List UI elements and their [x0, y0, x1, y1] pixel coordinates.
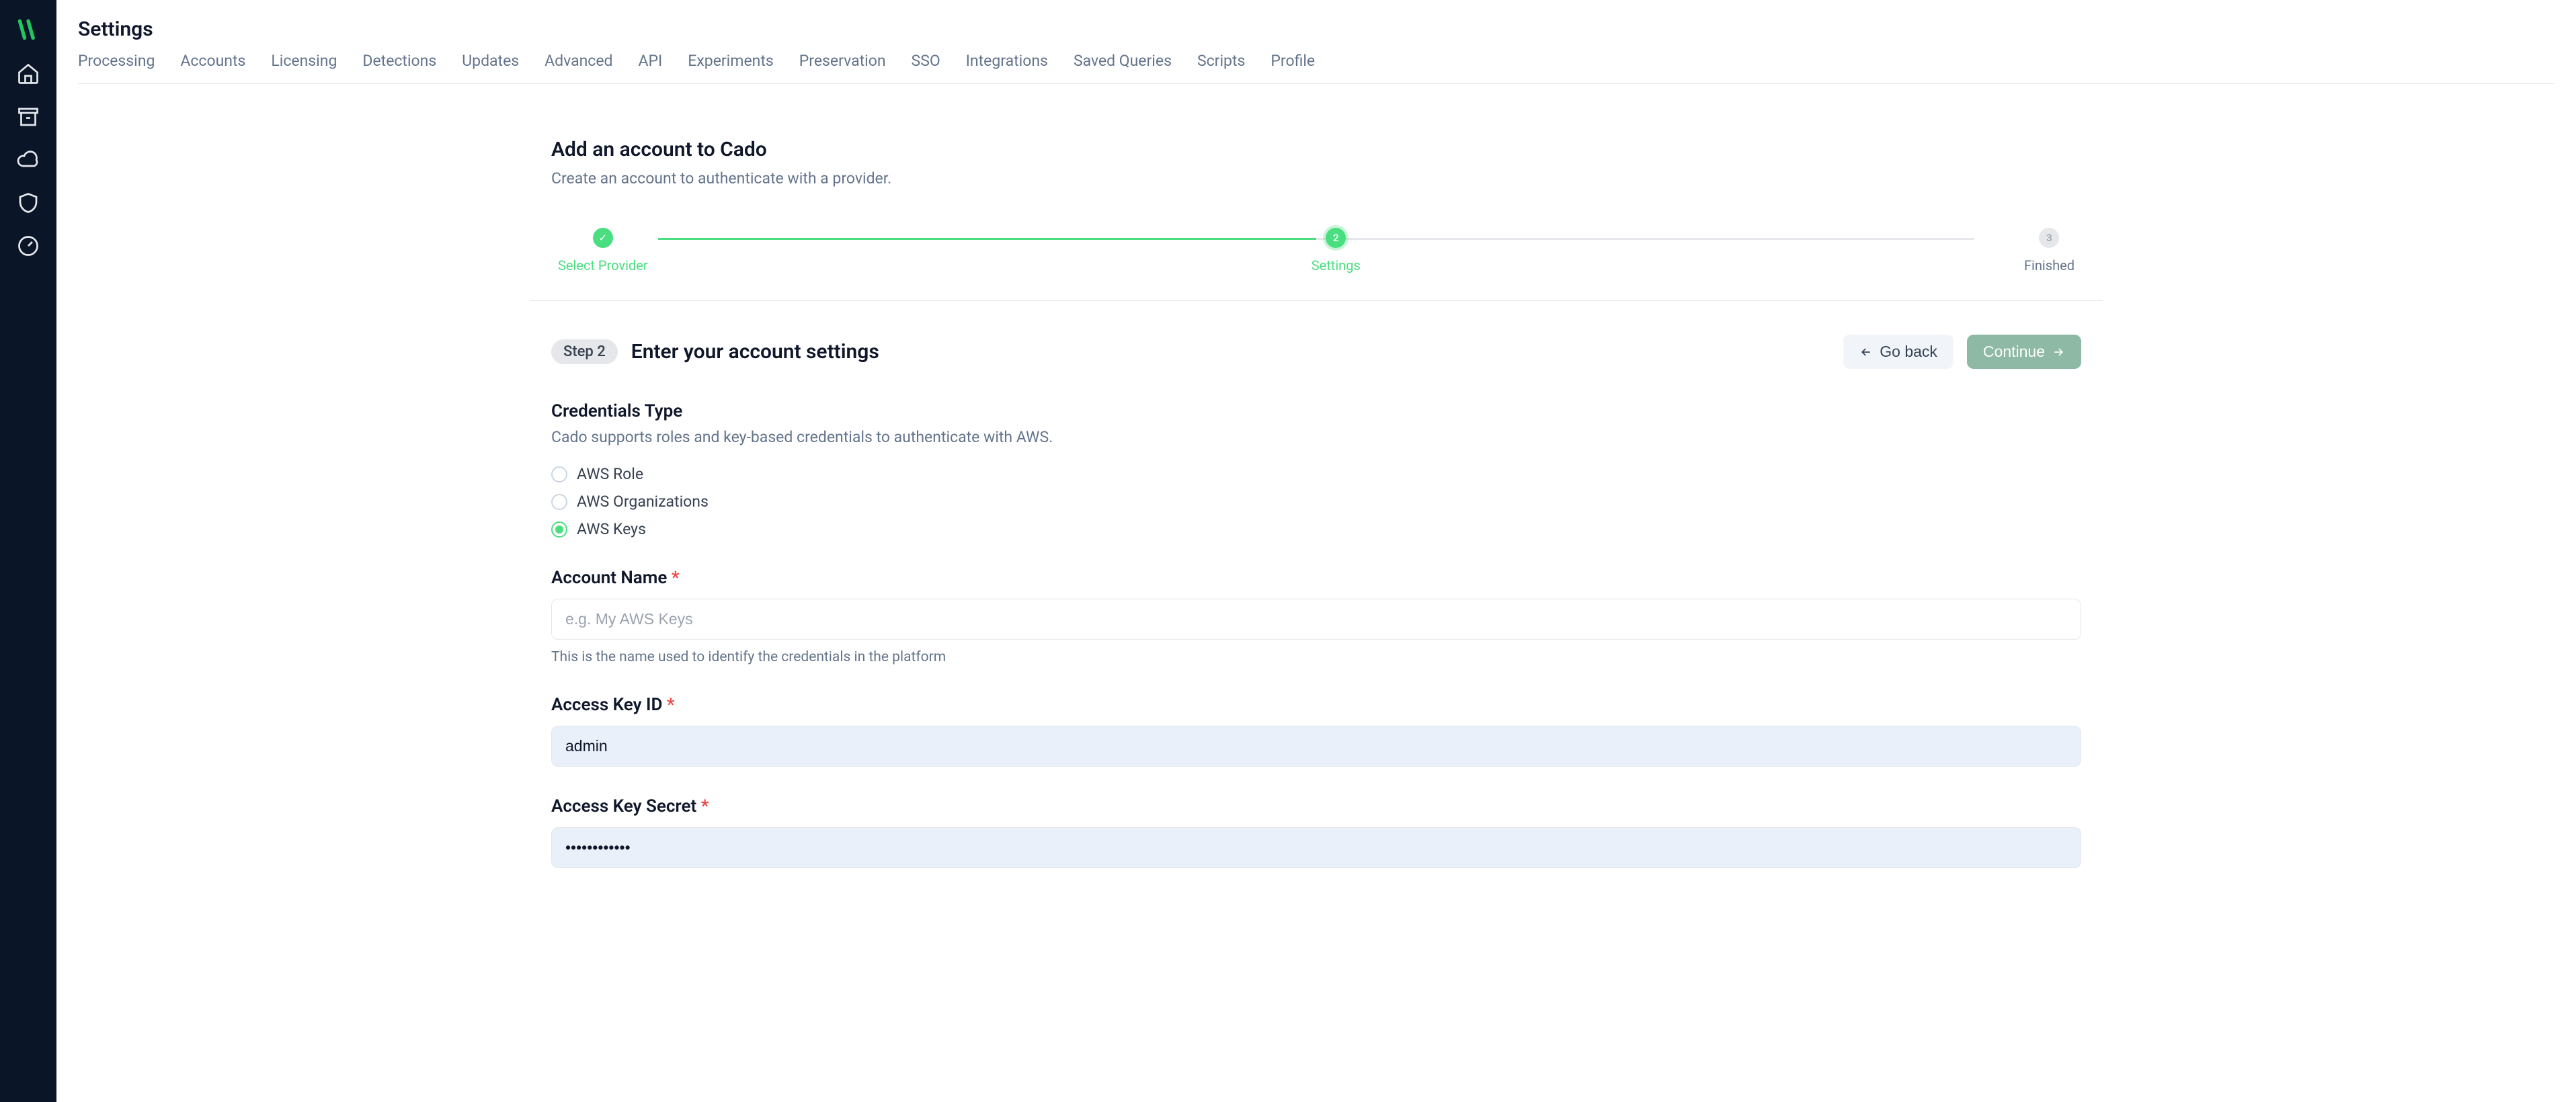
- cloud-icon[interactable]: [16, 148, 40, 172]
- arrow-right-icon: [2052, 345, 2065, 359]
- access-key-id-input[interactable]: [551, 726, 2081, 767]
- continue-label: Continue: [1983, 343, 2045, 361]
- account-name-label: Account Name *: [551, 568, 2081, 588]
- step-label: Select Provider: [558, 257, 648, 273]
- radio-label: AWS Organizations: [577, 493, 709, 511]
- tab-advanced[interactable]: Advanced: [545, 52, 612, 83]
- access-key-secret-label: Access Key Secret *: [551, 796, 2081, 816]
- tab-experiments[interactable]: Experiments: [688, 52, 773, 83]
- tab-api[interactable]: API: [639, 52, 663, 83]
- tab-detections[interactable]: Detections: [362, 52, 436, 83]
- page-title: Settings: [78, 17, 2554, 41]
- label-text: Access Key Secret: [551, 796, 696, 816]
- step-number: 3: [2039, 228, 2059, 248]
- radio-label: AWS Role: [577, 465, 643, 483]
- step-connector-pending: [1316, 238, 1974, 240]
- access-key-secret-input[interactable]: [551, 827, 2081, 868]
- continue-button[interactable]: Continue: [1967, 335, 2081, 369]
- tab-preservation[interactable]: Preservation: [799, 52, 886, 83]
- radio-icon: [551, 466, 567, 482]
- step-label: Finished: [2024, 257, 2075, 273]
- account-name-help: This is the name used to identify the cr…: [551, 649, 2081, 665]
- tab-licensing[interactable]: Licensing: [271, 52, 337, 83]
- go-back-label: Go back: [1880, 343, 1937, 361]
- step-heading: Enter your account settings: [631, 340, 879, 364]
- divider: [530, 300, 2103, 301]
- step-number: 2: [1326, 228, 1346, 248]
- tab-profile[interactable]: Profile: [1271, 52, 1315, 83]
- radio-aws-organizations[interactable]: AWS Organizations: [551, 493, 2081, 511]
- wizard-title: Add an account to Cado: [551, 138, 2081, 161]
- step-label: Settings: [1312, 257, 1361, 273]
- radio-icon: [551, 521, 567, 538]
- tab-updates[interactable]: Updates: [462, 52, 519, 83]
- tab-processing[interactable]: Processing: [78, 52, 155, 83]
- step-badge: Step 2: [551, 339, 618, 364]
- arrow-left-icon: [1859, 345, 1873, 359]
- required-indicator: *: [672, 568, 680, 588]
- sidebar: [0, 0, 56, 1102]
- radio-aws-keys[interactable]: AWS Keys: [551, 520, 2081, 538]
- logo: [15, 16, 42, 43]
- tab-integrations[interactable]: Integrations: [966, 52, 1048, 83]
- tab-accounts[interactable]: Accounts: [180, 52, 245, 83]
- tab-saved-queries[interactable]: Saved Queries: [1074, 52, 1172, 83]
- tabs: Processing Accounts Licensing Detections…: [78, 52, 2554, 84]
- credentials-type-title: Credentials Type: [551, 401, 2081, 421]
- radio-label: AWS Keys: [577, 520, 646, 538]
- archive-icon[interactable]: [16, 105, 40, 129]
- radio-aws-role[interactable]: AWS Role: [551, 465, 2081, 483]
- home-icon[interactable]: [16, 62, 40, 86]
- step-select-provider[interactable]: ✓ Select Provider: [558, 228, 648, 273]
- required-indicator: *: [701, 796, 709, 816]
- step-settings[interactable]: 2 Settings: [1312, 228, 1361, 273]
- tab-sso[interactable]: SSO: [912, 52, 940, 83]
- shield-icon[interactable]: [16, 191, 40, 215]
- label-text: Access Key ID: [551, 695, 662, 715]
- gauge-icon[interactable]: [16, 234, 40, 258]
- step-finished[interactable]: 3 Finished: [2024, 228, 2075, 273]
- header: Settings Processing Accounts Licensing D…: [56, 0, 2576, 84]
- access-key-id-label: Access Key ID *: [551, 695, 2081, 715]
- required-indicator: *: [667, 695, 675, 715]
- wizard-subtitle: Create an account to authenticate with a…: [551, 169, 2081, 187]
- stepper: ✓ Select Provider 2 Settings 3 Finished: [551, 228, 2081, 273]
- step-connector-complete: [658, 238, 1316, 240]
- tab-scripts[interactable]: Scripts: [1197, 52, 1245, 83]
- check-icon: ✓: [593, 228, 613, 248]
- account-name-input[interactable]: [551, 599, 2081, 640]
- go-back-button[interactable]: Go back: [1843, 335, 1954, 369]
- credentials-type-desc: Cado supports roles and key-based creden…: [551, 428, 2081, 446]
- label-text: Account Name: [551, 568, 667, 588]
- radio-icon: [551, 494, 567, 510]
